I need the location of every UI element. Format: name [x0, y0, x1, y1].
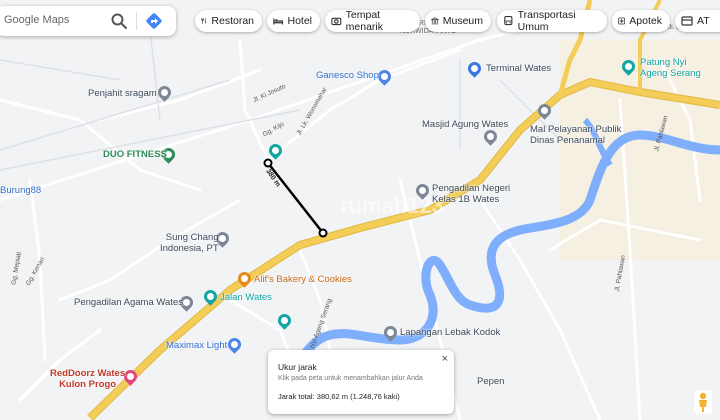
chip-transportasi-umum[interactable]: Transportasi Umum	[497, 9, 607, 33]
pharmacy-icon	[618, 17, 626, 25]
place-jalan-wates[interactable]: Jalan Wates	[220, 292, 272, 303]
place-terminal[interactable]: Terminal Wates	[486, 63, 551, 74]
search-separator	[136, 12, 137, 30]
chip-hotel-label: Hotel	[287, 15, 312, 27]
close-icon[interactable]: ×	[442, 353, 448, 365]
chip-museum[interactable]: Museum	[425, 10, 491, 32]
pegman-icon[interactable]	[694, 390, 712, 414]
place-penjahit[interactable]: Penjahit sragam	[88, 88, 157, 99]
measure-hint: Klik pada peta untuk menambahkan jalur A…	[278, 375, 423, 382]
atm-icon	[681, 16, 693, 26]
chip-hotel[interactable]: Hotel	[267, 10, 320, 32]
chip-apotek[interactable]: Apotek	[612, 10, 670, 32]
search-icon[interactable]	[109, 11, 129, 31]
place-pengadilan-negeri[interactable]: Pengadilan Negeri Kelas 1B Wates	[432, 183, 510, 205]
place-patung[interactable]: Patung Nyi Ageng Serang	[640, 57, 701, 79]
chip-restoran-label: Restoran	[211, 15, 254, 27]
place-masjid[interactable]: Masjid Agung Wates	[422, 119, 508, 130]
place-ganesco[interactable]: Ganesco Shop	[316, 70, 379, 81]
place-mal[interactable]: Mal Pelayanan Publik Dinas Penanamal	[530, 124, 621, 146]
chip-transportasi-umum-label: Transportasi Umum	[517, 9, 576, 33]
chip-museum-label: Museum	[442, 15, 483, 27]
chip-tempat-menarik-label: Tempat menarik	[345, 9, 384, 33]
place-lapangan[interactable]: Lapangan Lebak Kodok	[400, 327, 500, 338]
place-reddoorz[interactable]: RedDoorz Wates Kulon Progo	[50, 368, 125, 390]
chip-atm-label: AT	[697, 15, 710, 27]
measure-end-point[interactable]	[318, 228, 328, 238]
search-box	[0, 6, 176, 36]
bed-icon	[273, 18, 284, 25]
directions-icon[interactable]	[144, 11, 164, 31]
search-input[interactable]	[2, 13, 106, 27]
chip-atm[interactable]: AT	[675, 10, 720, 32]
watermark: rumah123	[340, 193, 444, 218]
place-sung-chang[interactable]: Sung Chang Indonesia, PT	[160, 232, 219, 254]
place-duo-fitness[interactable]: DUO FITNESS	[103, 149, 167, 160]
camera-icon	[331, 17, 342, 26]
museum-icon	[431, 17, 439, 25]
place-alifs[interactable]: Alif's Bakery & Cookies	[254, 274, 352, 285]
measure-panel: × Ukur jarak Klik pada peta untuk menamb…	[268, 350, 454, 414]
measure-title: Ukur jarak	[278, 362, 317, 372]
chip-restoran[interactable]: Restoran	[195, 10, 262, 32]
chip-apotek-label: Apotek	[629, 15, 662, 27]
measure-total: Jarak total: 380,62 m (1.248,76 kaki)	[278, 392, 400, 401]
fork-knife-icon	[201, 18, 207, 24]
chip-tempat-menarik[interactable]: Tempat menarik	[325, 9, 420, 33]
place-maximax[interactable]: Maximax Light	[166, 340, 227, 351]
bus-icon	[504, 16, 513, 26]
place-burung[interactable]: Burung88	[0, 185, 41, 196]
place-pengadilan-agama[interactable]: Pengadilan Agama Wates	[74, 297, 183, 308]
measure-start-point[interactable]	[263, 158, 273, 168]
place-pepen[interactable]: Pepen	[477, 376, 504, 387]
